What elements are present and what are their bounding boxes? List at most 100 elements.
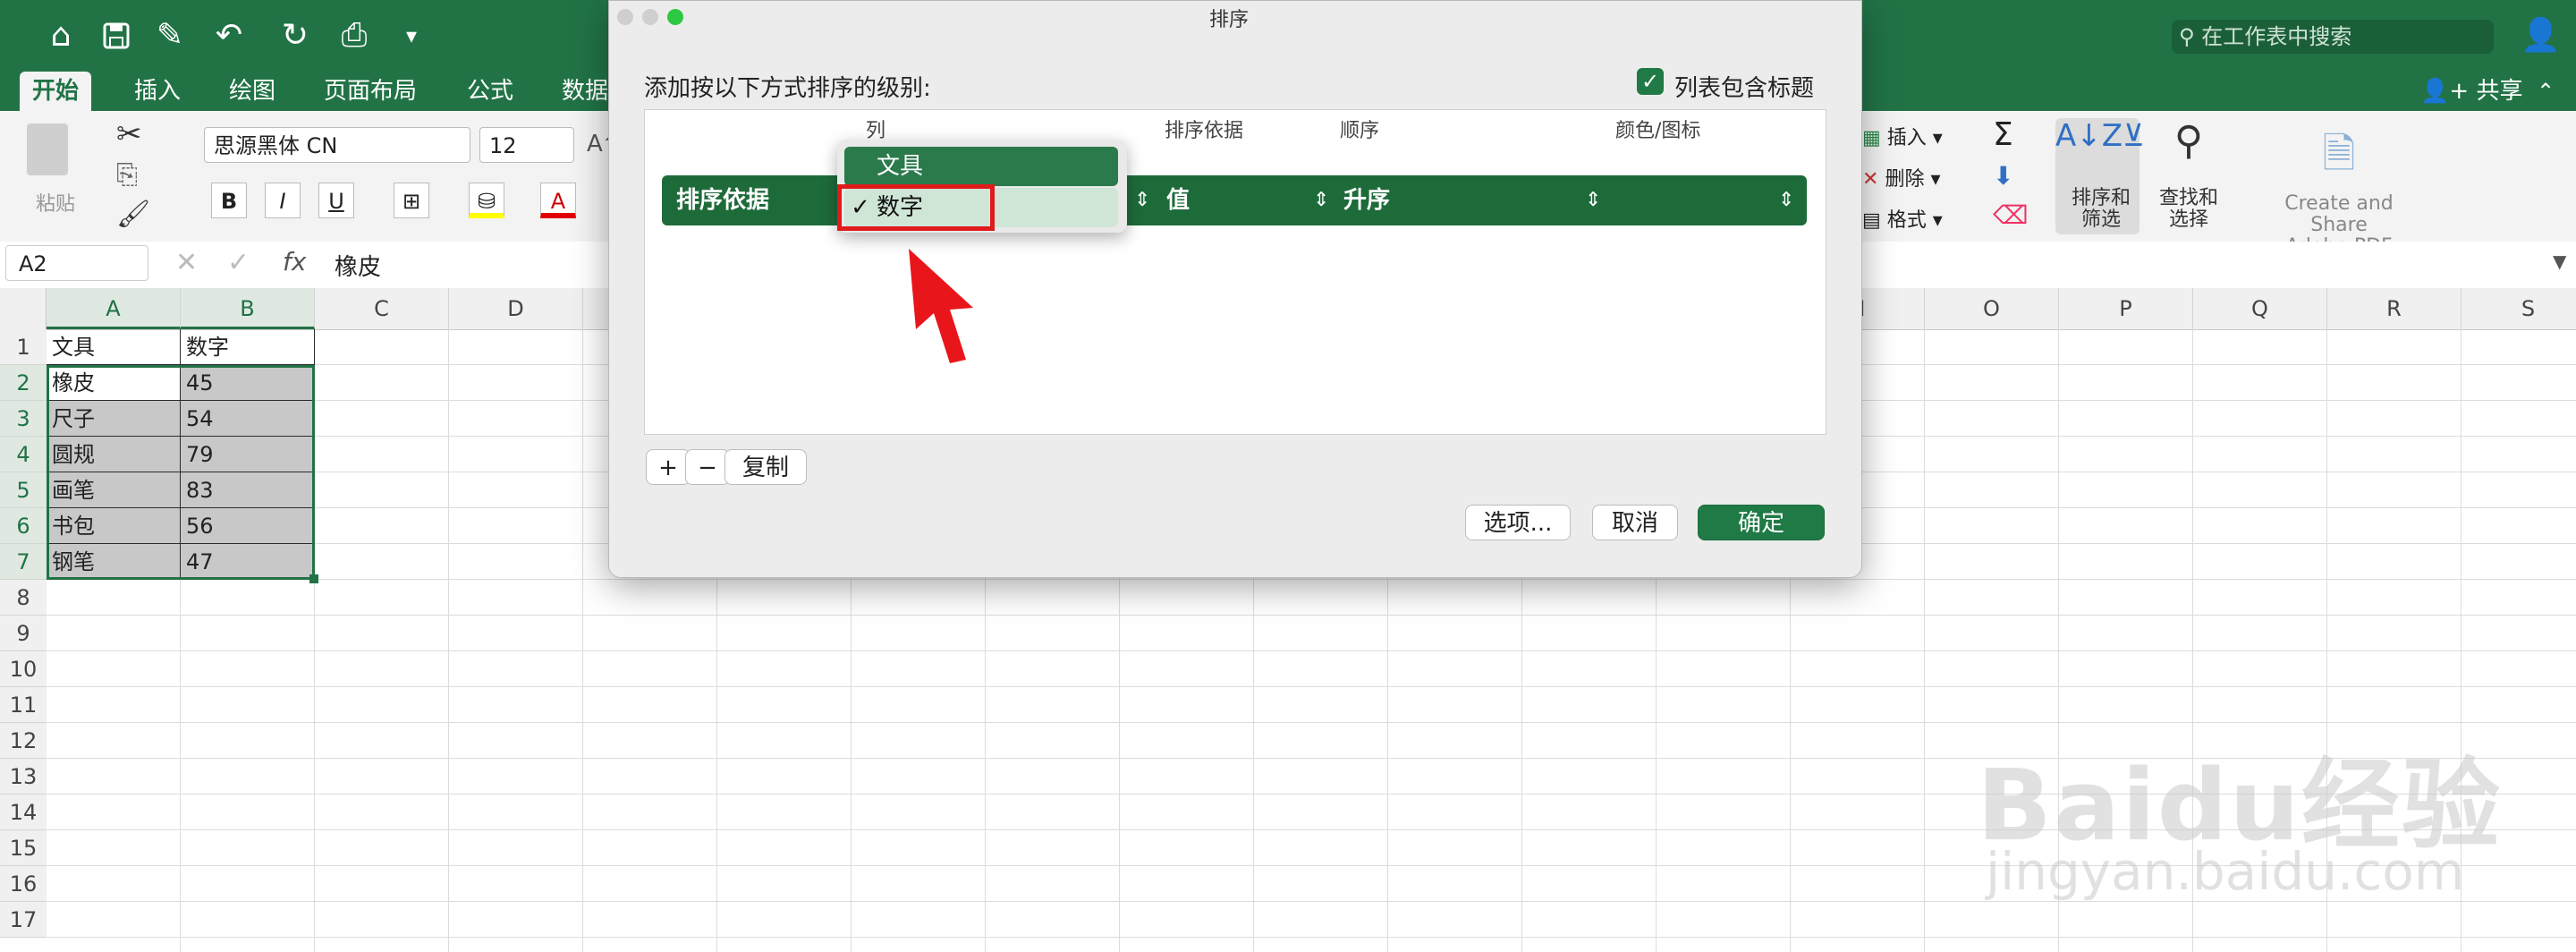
autosum-icon[interactable]: Σ: [1993, 116, 2013, 153]
row-header-14[interactable]: 14: [0, 795, 47, 830]
select-all-corner[interactable]: [0, 288, 47, 329]
column-select-arrows-icon[interactable]: ⇕: [1134, 175, 1150, 225]
borders-icon[interactable]: ⊞: [394, 183, 429, 218]
column-header-o[interactable]: O: [1925, 288, 2059, 329]
row-header-7[interactable]: 7: [0, 544, 47, 580]
row-header-10[interactable]: 10: [0, 651, 47, 687]
sort-on-select[interactable]: 值: [1166, 175, 1190, 225]
remove-level-button[interactable]: −: [685, 449, 730, 485]
fill-handle[interactable]: [309, 574, 318, 583]
name-box[interactable]: A2: [5, 245, 148, 281]
column-header-p[interactable]: P: [2059, 288, 2193, 329]
row-header-1[interactable]: 1: [0, 329, 47, 365]
row-header-8[interactable]: 8: [0, 580, 47, 616]
grid-line: [47, 722, 2576, 723]
sort-level-label: 排序依据: [676, 187, 770, 214]
options-button[interactable]: 选项...: [1465, 505, 1571, 540]
bold-button[interactable]: B: [211, 183, 247, 218]
italic-button[interactable]: I: [265, 183, 301, 218]
row-header-16[interactable]: 16: [0, 866, 47, 902]
minimize-window-icon[interactable]: [642, 9, 658, 25]
tab-home[interactable]: 开始: [20, 72, 92, 111]
row-header-3[interactable]: 3: [0, 401, 47, 437]
order-select[interactable]: 升序: [1343, 175, 1390, 225]
has-header-checkbox[interactable]: ✓: [1637, 68, 1664, 95]
column-header-d[interactable]: D: [449, 288, 583, 329]
column-header-s[interactable]: S: [2462, 288, 2576, 329]
undo-icon[interactable]: ↶: [208, 13, 250, 59]
paste-button[interactable]: 粘贴: [18, 123, 93, 216]
collapse-ribbon-icon[interactable]: ⌃: [2537, 72, 2555, 111]
column-header-b[interactable]: B: [181, 288, 315, 329]
font-name-select[interactable]: 思源黑体 CN: [204, 127, 470, 163]
column-header-a[interactable]: A: [47, 288, 181, 329]
font-size-select[interactable]: 12: [479, 127, 574, 163]
row-header-6[interactable]: 6: [0, 508, 47, 544]
tab-page-layout[interactable]: 页面布局: [311, 72, 429, 111]
row-header-2[interactable]: 2: [0, 365, 47, 401]
magnifier-icon: ⚲: [2174, 118, 2204, 164]
column-header-q[interactable]: Q: [2193, 288, 2327, 329]
tab-draw[interactable]: 绘图: [216, 72, 288, 111]
annotation-arrow-icon: [909, 249, 973, 363]
column-header-r[interactable]: R: [2327, 288, 2462, 329]
add-level-button[interactable]: +: [646, 449, 691, 485]
row-header-15[interactable]: 15: [0, 830, 47, 866]
redo-icon[interactable]: ↻: [274, 13, 317, 59]
grid-line: [47, 579, 2576, 580]
formula-input[interactable]: 橡皮: [335, 249, 381, 282]
print-icon[interactable]: ⎙: [333, 13, 376, 59]
underline-button[interactable]: U: [318, 183, 354, 218]
row-header-11[interactable]: 11: [0, 687, 47, 723]
find-select-button[interactable]: ⚲ 查找和 选择: [2147, 118, 2231, 234]
customize-qat-icon[interactable]: ▾: [390, 13, 433, 59]
insert-function-icon[interactable]: fx: [283, 247, 306, 276]
cell-b1[interactable]: 数字: [181, 329, 315, 365]
confirm-entry-icon[interactable]: ✓: [227, 247, 250, 278]
search-box[interactable]: ⚲ 在工作表中搜索: [2172, 20, 2494, 54]
font-color-icon[interactable]: A: [540, 183, 576, 218]
row-header-9[interactable]: 9: [0, 616, 47, 651]
create-pdf-button[interactable]: 🗎 Create and ShareAdobe PDF: [2254, 123, 2424, 258]
zoom-window-icon[interactable]: [667, 9, 683, 25]
fill-down-icon[interactable]: ⬇: [1993, 161, 2013, 191]
row-header-12[interactable]: 12: [0, 723, 47, 759]
format-cells-button[interactable]: ▤ 格式 ▾: [1862, 204, 1943, 233]
cancel-button[interactable]: 取消: [1592, 505, 1678, 540]
row-header-4[interactable]: 4: [0, 437, 47, 472]
edit-icon[interactable]: ✎: [148, 13, 191, 59]
account-icon[interactable]: 👤: [2521, 16, 2561, 55]
delete-cells-button[interactable]: ✕ 删除 ▾: [1862, 163, 1941, 191]
header-color-icon: 颜色/图标: [1615, 120, 1701, 142]
sort-filter-button[interactable]: A↓Z⊻ 排序和 筛选: [2055, 118, 2145, 234]
close-window-icon[interactable]: [617, 9, 633, 25]
tab-insert[interactable]: 插入: [122, 72, 193, 111]
sort-on-arrows-icon[interactable]: ⇕: [1313, 175, 1329, 225]
header-sort-on: 排序依据: [1165, 120, 1244, 142]
row-header-17[interactable]: 17: [0, 902, 47, 938]
cancel-entry-icon[interactable]: ✕: [175, 247, 198, 278]
save-icon[interactable]: [95, 13, 138, 59]
column-header-c[interactable]: C: [315, 288, 449, 329]
home-icon[interactable]: ⌂: [39, 13, 82, 59]
grid-line: [1924, 329, 1925, 952]
watermark-url: jingyan.baidu.com: [1986, 841, 2465, 902]
insert-cells-button[interactable]: ▦ 插入 ▾: [1862, 122, 1943, 150]
sort-level-row[interactable]: [662, 175, 1807, 225]
copy-level-button[interactable]: 复制: [724, 449, 807, 485]
expand-formula-icon[interactable]: ▼: [2553, 251, 2566, 272]
fill-color-icon[interactable]: ⛁: [469, 183, 504, 218]
clear-icon[interactable]: ⌫: [1993, 200, 2029, 230]
cell-a1[interactable]: 文具: [47, 329, 181, 365]
cut-icon[interactable]: ✂: [116, 116, 142, 152]
share-button[interactable]: 👤+ 共享: [2420, 72, 2522, 111]
copy-icon[interactable]: ⎘: [116, 159, 138, 191]
ok-button[interactable]: 确定: [1698, 505, 1825, 540]
format-painter-icon[interactable]: 🖌: [116, 199, 150, 230]
tab-formulas[interactable]: 公式: [454, 72, 526, 111]
row-header-5[interactable]: 5: [0, 472, 47, 508]
popup-item-wenju[interactable]: 文具: [844, 147, 1118, 186]
color-arrows-icon[interactable]: ⇕: [1778, 175, 1794, 225]
order-arrows-icon[interactable]: ⇕: [1585, 175, 1601, 225]
row-header-13[interactable]: 13: [0, 759, 47, 795]
